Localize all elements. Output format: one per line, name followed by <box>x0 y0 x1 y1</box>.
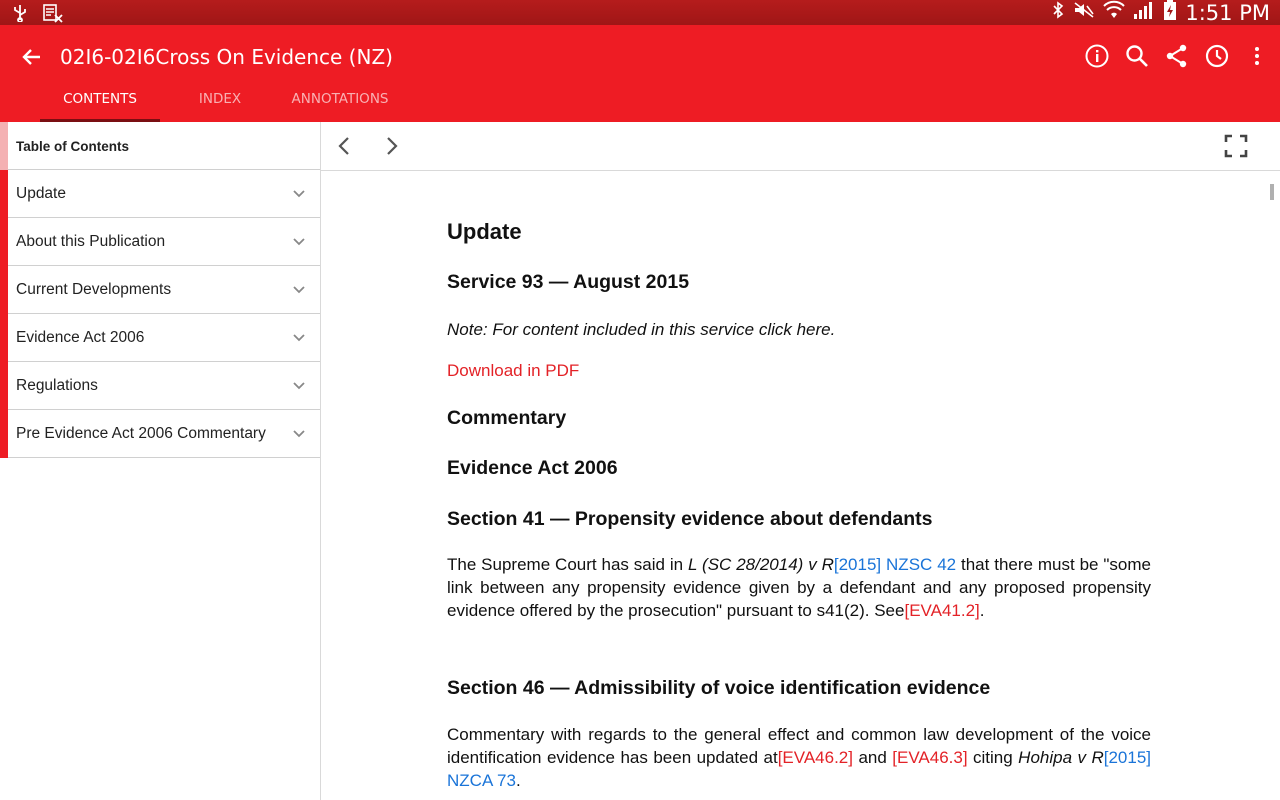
wifi-icon <box>1103 0 1126 25</box>
tab-index[interactable]: INDEX <box>160 83 280 122</box>
clock-icon <box>1205 44 1229 68</box>
tab-annotations[interactable]: ANNOTATIONS <box>280 83 400 122</box>
chevron-down-icon[interactable] <box>292 427 306 441</box>
toc-item-regulations[interactable]: Regulations <box>0 362 320 410</box>
chevron-down-icon[interactable] <box>292 379 306 393</box>
system-status-bar: 1:51 PM <box>0 0 1280 25</box>
toc-item-update[interactable]: Update <box>0 170 320 218</box>
section41-heading: Section 41 — Propensity evidence about d… <box>447 508 933 530</box>
chevron-down-icon[interactable] <box>292 331 306 345</box>
clock: 1:51 PM <box>1185 0 1270 25</box>
cross-reference-link[interactable]: [EVA41.2] <box>904 601 979 620</box>
content-toolbar <box>321 122 1280 171</box>
chevron-right-icon <box>387 137 398 155</box>
search-button[interactable] <box>1124 43 1150 69</box>
info-icon <box>1085 44 1109 68</box>
chevron-down-icon[interactable] <box>292 283 306 297</box>
download-pdf-link[interactable]: Download in PDF <box>447 361 579 381</box>
usb-icon <box>12 4 28 27</box>
chevron-down-icon[interactable] <box>292 235 306 249</box>
toc-header-indicator <box>0 122 8 170</box>
signal-icon <box>1133 0 1155 25</box>
toc-item-current-developments[interactable]: Current Developments <box>0 266 320 314</box>
case-name: L (SC 28/2014) v R <box>688 555 834 574</box>
case-name: Hohipa v R <box>1018 748 1104 767</box>
commentary-heading: Commentary <box>447 407 567 429</box>
mute-icon <box>1073 1 1095 24</box>
toc-sidebar: Table of Contents Update About this Publ… <box>0 122 321 800</box>
battery-charging-icon <box>1163 0 1177 26</box>
section46-paragraph: Commentary with regards to the general e… <box>447 725 1151 790</box>
bluetooth-icon <box>1051 1 1065 24</box>
service-heading: Service 93 — August 2015 <box>447 271 690 293</box>
previous-page-button[interactable] <box>333 134 357 158</box>
section46-heading: Section 46 — Admissibility of voice iden… <box>447 677 991 699</box>
toc-item-evidence-act[interactable]: Evidence Act 2006 <box>0 314 320 362</box>
toc-item-pre-evidence-act[interactable]: Pre Evidence Act 2006 Commentary <box>0 410 320 458</box>
back-button[interactable] <box>18 43 46 71</box>
info-button[interactable] <box>1084 43 1110 69</box>
scrollbar-thumb[interactable] <box>1270 184 1274 200</box>
document-heading: Update <box>447 219 522 244</box>
overflow-menu-button[interactable] <box>1244 43 1270 69</box>
citation-link[interactable]: [2015] NZSC 42 <box>834 555 956 574</box>
section41-paragraph: The Supreme Court has said in L (SC 28/2… <box>447 555 1151 620</box>
chevron-left-icon <box>338 137 349 155</box>
search-icon <box>1126 45 1148 67</box>
cross-reference-link[interactable]: [EVA46.3] <box>892 748 967 767</box>
publication-title: 02I6-02I6Cross On Evidence (NZ) <box>60 45 393 69</box>
share-button[interactable] <box>1164 43 1190 69</box>
share-icon <box>1166 44 1187 68</box>
toc-item-label: Pre Evidence Act 2006 Commentary <box>16 425 266 442</box>
tab-bar: CONTENTS INDEX ANNOTATIONS <box>40 83 400 122</box>
arrow-back-icon <box>22 49 40 65</box>
app-bar: 02I6-02I6Cross On Evidence (NZ) CONTENTS… <box>0 25 1280 122</box>
toc-header: Table of Contents <box>0 122 320 170</box>
toc-header-label: Table of Contents <box>16 139 129 154</box>
act-heading: Evidence Act 2006 <box>447 457 618 479</box>
fullscreen-icon <box>1224 134 1248 158</box>
toc-item-label: Regulations <box>16 377 98 394</box>
toc-item-label: Current Developments <box>16 281 172 298</box>
tab-contents[interactable]: CONTENTS <box>40 83 160 122</box>
cross-reference-link[interactable]: [EVA46.2] <box>778 748 853 767</box>
toc-item-label: Update <box>16 185 66 202</box>
fullscreen-button[interactable] <box>1224 134 1248 158</box>
toc-item-label: Evidence Act 2006 <box>16 329 145 346</box>
next-page-button[interactable] <box>379 134 403 158</box>
history-button[interactable] <box>1204 43 1230 69</box>
toc-item-about[interactable]: About this Publication <box>0 218 320 266</box>
more-vert-icon <box>1255 47 1259 65</box>
chevron-down-icon[interactable] <box>292 187 306 201</box>
service-note[interactable]: Note: For content included in this servi… <box>447 320 835 340</box>
toc-item-label: About this Publication <box>16 233 166 250</box>
